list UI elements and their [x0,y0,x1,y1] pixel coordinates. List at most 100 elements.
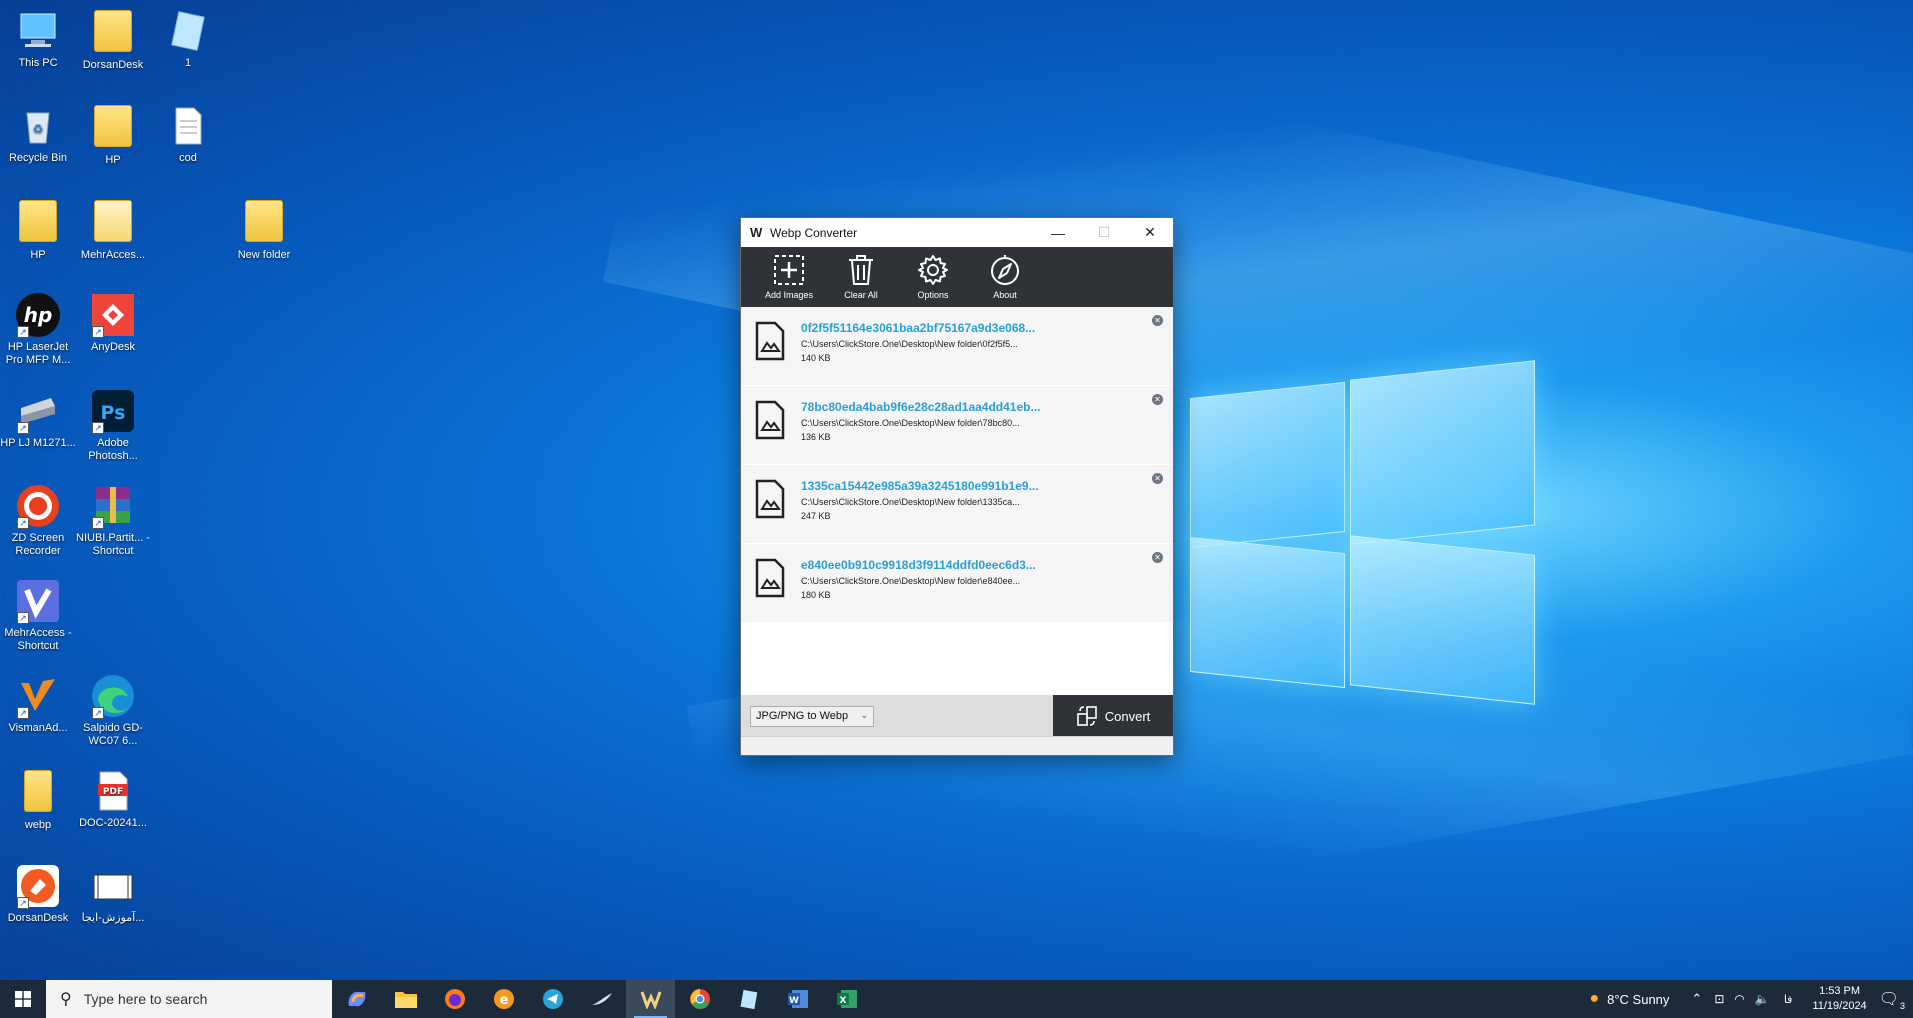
desktop-icon-label: AnyDesk [90,341,136,353]
weather-icon[interactable]: ● [1589,990,1599,1008]
close-button[interactable]: ✕ [1127,218,1173,247]
file-list-item[interactable]: 1335ca15442e985a39a3245180e991b1e9... C:… [741,465,1173,544]
desktop-icon-label: cod [179,152,197,164]
taskbar-telegram[interactable] [528,980,577,1018]
file-size: 180 KB [801,590,831,600]
taskbar-search-box[interactable]: ⚲ Type here to search [46,980,332,1018]
add-images-button[interactable]: Add Images [753,247,825,307]
desktop-icon-cod[interactable]: cod [150,103,226,165]
about-label: About [993,290,1017,300]
meet-now-icon[interactable]: ⊡ [1714,992,1724,1006]
taskbar-app-feather[interactable] [577,980,626,1018]
desktop-icon-doc-pdf[interactable]: PDF DOC-20241... [75,768,151,830]
desktop-icon-salpido[interactable]: ↗ Salpido GD-WC07 6... [75,673,151,748]
input-language[interactable]: فا [1784,993,1793,1006]
desktop-icon-mehraccess-folder[interactable]: MehrAcces... [75,198,151,262]
options-button[interactable]: Options [897,247,969,307]
desktop-icon-recycle-bin[interactable]: ♻ Recycle Bin [0,103,76,165]
convert-button[interactable]: Convert [1053,695,1173,737]
desktop-icon-hp-lj[interactable]: ↗ HP LJ M1271... [0,388,76,450]
taskbar-chrome[interactable] [675,980,724,1018]
webp-converter-window: W Webp Converter — ☐ ✕ Add Images Clear … [740,217,1174,756]
clock[interactable]: 1:53 PM 11/19/2024 [1812,984,1866,1014]
search-icon: ⚲ [60,991,72,1008]
desktop-icon-new-folder[interactable]: New folder [226,198,302,262]
chevron-down-icon: ⌄ [860,709,868,720]
desktop-icon-niubi[interactable]: ↗ NIUBI.Partit... - Shortcut [75,483,151,558]
file-list-item[interactable]: 0f2f5f51164e3061baa2bf75167a9d3e068... C… [741,307,1173,386]
desktop-icon-mehraccess[interactable]: ↗ MehrAccess - Shortcut [0,578,76,653]
firefox-icon [444,989,465,1009]
desktop-icon-webp-folder[interactable]: webp [0,768,76,832]
file-name: 1335ca15442e985a39a3245180e991b1e9... [801,479,1039,493]
desktop-icon-hp-folder[interactable]: HP [75,103,151,167]
notification-icon[interactable]: 🗨 3 [1879,989,1905,1011]
clear-all-button[interactable]: Clear All [825,247,897,307]
status-strip [741,736,1173,755]
title-bar[interactable]: W Webp Converter — ☐ ✕ [741,218,1173,247]
desktop-icon-dorsandesk-folder[interactable]: DorsanDesk [75,8,151,72]
desktop-icon-vismanad[interactable]: ↗ VismanAd... [0,673,76,735]
webp-app-icon [640,991,661,1009]
remove-file-icon[interactable]: ✕ [1152,315,1163,326]
system-tray: ● 8°C Sunny ⌃ ⊡ ◠ 🔈 فا 1:53 PM 11/19/202… [1589,980,1913,1018]
taskbar-webp-converter[interactable] [626,980,675,1018]
chrome-icon [689,989,710,1009]
chevron-up-icon[interactable]: ⌃ [1691,991,1702,1007]
desktop-icon-label: Salpido GD-WC07 6... [83,722,143,747]
image-file-icon [755,321,785,361]
remove-file-icon[interactable]: ✕ [1152,552,1163,563]
desktop-icon-zd-screen-recorder[interactable]: ↗ ZD Screen Recorder [0,483,76,558]
desktop-icon-this-pc[interactable]: This PC [0,8,76,70]
bottom-bar: JPG/PNG to Webp ⌄ Convert [741,695,1173,737]
file-list-item[interactable]: e840ee0b910c9918d3f9114ddfd0eec6d3... C:… [741,544,1173,623]
weather-text[interactable]: 8°C Sunny [1607,992,1669,1007]
start-button[interactable] [0,980,46,1018]
notification-count: 3 [1899,1001,1905,1011]
taskbar-firefox[interactable] [430,980,479,1018]
remove-file-icon[interactable]: ✕ [1152,394,1163,405]
windows-logo-wallpaper [1190,360,1535,705]
desktop-icon-label: آموزش-ایجا... [81,912,145,924]
desktop-icon-hp-laserjet[interactable]: hp ↗ HP LaserJet Pro MFP M... [0,292,76,367]
desktop-icon-label: NIUBI.Partit... - Shortcut [76,532,150,557]
desktop-icon-label: webp [24,819,52,831]
text-file-icon [175,107,202,145]
taskbar-eset[interactable]: e [479,980,528,1018]
svg-text:hp: hp [24,303,53,327]
taskbar-notepad[interactable] [724,980,773,1018]
maximize-button[interactable]: ☐ [1081,218,1127,247]
computer-icon [20,13,56,47]
desktop-icon-anydesk[interactable]: ↗ AnyDesk [75,292,151,354]
taskbar-word[interactable]: W [773,980,822,1018]
shortcut-arrow-icon: ↗ [92,326,104,338]
file-name: 78bc80eda4bab9f6e28c28ad1aa4dd41eb... [801,400,1041,414]
taskbar-file-explorer[interactable] [381,980,430,1018]
file-name: e840ee0b910c9918d3f9114ddfd0eec6d3... [801,558,1036,572]
desktop-icon-persian-video[interactable]: آموزش-ایجا... [75,863,151,925]
desktop-icon-label: HP [105,154,121,166]
file-size: 140 KB [801,353,831,363]
desktop-icon-dorsandesk[interactable]: ↗ DorsanDesk [0,863,76,925]
webp-app-icon: W [750,224,763,240]
volume-muted-icon[interactable]: 🔈 [1755,992,1770,1006]
remove-file-icon[interactable]: ✕ [1152,473,1163,484]
desktop-icon-1[interactable]: 1 [150,8,226,70]
file-path: C:\Users\ClickStore.One\Desktop\New fold… [801,576,1021,586]
minimize-button[interactable]: — [1035,218,1081,247]
taskbar-copilot[interactable] [332,980,381,1018]
telegram-icon [542,989,563,1009]
file-list-item[interactable]: 78bc80eda4bab9f6e28c28ad1aa4dd41eb... C:… [741,386,1173,465]
add-image-icon [774,255,804,285]
desktop-icon-hp-folder-2[interactable]: HP [0,198,76,262]
taskbar-excel[interactable]: X [822,980,871,1018]
file-path: C:\Users\ClickStore.One\Desktop\New fold… [801,418,1020,428]
conversion-mode-value: JPG/PNG to Webp [756,710,849,722]
window-title: Webp Converter [770,225,858,240]
desktop-icon-photoshop[interactable]: Ps ↗ Adobe Photosh... [75,388,151,463]
desktop-icon-label: MehrAccess - Shortcut [4,627,72,652]
wifi-icon[interactable]: ◠ [1734,992,1744,1006]
conversion-mode-select[interactable]: JPG/PNG to Webp ⌄ [750,705,874,727]
about-button[interactable]: About [969,247,1041,307]
folder-icon [94,200,132,242]
